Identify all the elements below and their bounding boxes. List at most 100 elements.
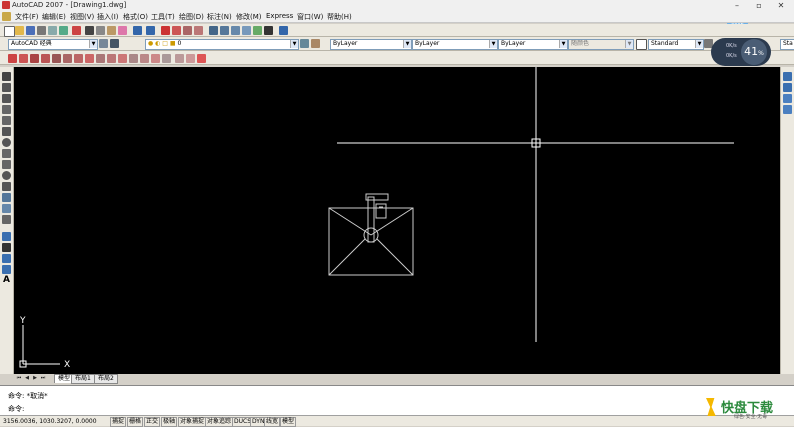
workspace-dropdown[interactable]: AutoCAD 经典 ▼ xyxy=(8,39,98,50)
hatch-icon[interactable] xyxy=(2,232,11,241)
snap-tangent-icon[interactable] xyxy=(107,54,116,63)
zoom-previous-icon[interactable] xyxy=(194,26,203,35)
menu-modify[interactable]: 修改(M) xyxy=(236,12,262,22)
lineweight-dropdown[interactable]: ByLayer ▼ xyxy=(498,39,568,50)
spline-icon[interactable] xyxy=(2,160,11,169)
copy-icon[interactable] xyxy=(96,26,105,35)
zoom-realtime-icon[interactable] xyxy=(172,26,181,35)
first-tab-icon[interactable]: ⏮ xyxy=(16,375,22,381)
prev-tab-icon[interactable]: ◀ xyxy=(24,375,30,381)
menu-insert[interactable]: 插入(I) xyxy=(97,12,119,22)
publish-icon[interactable] xyxy=(59,26,68,35)
redo-icon[interactable] xyxy=(146,26,155,35)
snap-quadrant-icon[interactable] xyxy=(96,54,105,63)
undo-icon[interactable] xyxy=(133,26,142,35)
snap-parallel-icon[interactable] xyxy=(129,54,138,63)
erase-icon[interactable] xyxy=(783,72,792,81)
snap-from-icon[interactable] xyxy=(19,54,28,63)
snap-extension-icon[interactable] xyxy=(74,54,83,63)
calculator-icon[interactable] xyxy=(264,26,273,35)
color-dropdown[interactable]: ByLayer ▼ xyxy=(330,39,412,50)
polygon-icon[interactable] xyxy=(2,105,11,114)
paste-icon[interactable] xyxy=(107,26,116,35)
tab-layout1[interactable]: 布局1 xyxy=(71,374,95,384)
close-button[interactable]: ✕ xyxy=(770,0,792,11)
snap-center-icon[interactable] xyxy=(85,54,94,63)
insert-block-icon[interactable] xyxy=(2,193,11,202)
snap-none-icon[interactable] xyxy=(175,54,184,63)
circle-icon[interactable] xyxy=(2,138,11,147)
network-speed-widget[interactable]: 0K/s 0K/s 41% xyxy=(711,38,771,66)
menu-window[interactable]: 窗口(W) xyxy=(297,12,323,22)
menu-format[interactable]: 格式(O) xyxy=(123,12,148,22)
design-center-icon[interactable] xyxy=(220,26,229,35)
pan-icon[interactable] xyxy=(161,26,170,35)
snap-endpoint-icon[interactable] xyxy=(30,54,39,63)
tool-palettes-icon[interactable] xyxy=(231,26,240,35)
3d-dwf-icon[interactable] xyxy=(72,26,81,35)
new-icon[interactable] xyxy=(4,26,15,37)
table-icon[interactable] xyxy=(2,265,11,274)
last-tab-icon[interactable]: ⏭ xyxy=(40,375,46,381)
text-style-icon[interactable] xyxy=(636,39,647,50)
snap-intersection-icon[interactable] xyxy=(52,54,61,63)
construction-line-icon[interactable] xyxy=(2,83,11,92)
workspace-settings-icon[interactable] xyxy=(99,39,108,48)
zoom-window-icon[interactable] xyxy=(183,26,192,35)
mirror-icon[interactable] xyxy=(783,94,792,103)
envelope-drawing[interactable] xyxy=(328,193,414,276)
drawing-canvas[interactable]: Y X xyxy=(14,67,780,374)
clear-snap-icon[interactable] xyxy=(197,54,206,63)
command-window[interactable]: 命令: *取消* 命令: xyxy=(0,385,794,415)
menu-dimension[interactable]: 标注(N) xyxy=(207,12,232,22)
cut-icon[interactable] xyxy=(85,26,94,35)
rectangle-icon[interactable] xyxy=(2,116,11,125)
match-properties-icon[interactable] xyxy=(118,26,127,35)
polyline-icon[interactable] xyxy=(2,94,11,103)
point-icon[interactable] xyxy=(2,215,11,224)
help-icon[interactable] xyxy=(279,26,288,35)
plot-icon[interactable] xyxy=(37,26,46,35)
document-icon[interactable] xyxy=(2,12,11,21)
autocad-app-icon[interactable] xyxy=(2,1,10,9)
line-icon[interactable] xyxy=(2,72,11,81)
copy-object-icon[interactable] xyxy=(783,83,792,92)
layer-dropdown[interactable]: ● ◐ □ ■ 0 ▼ xyxy=(145,39,299,50)
temp-track-icon[interactable] xyxy=(8,54,17,63)
menu-express[interactable]: Express xyxy=(266,12,293,20)
properties-icon[interactable] xyxy=(209,26,218,35)
menu-help[interactable]: 帮助(H) xyxy=(327,12,352,22)
tab-layout2[interactable]: 布局2 xyxy=(94,374,118,384)
markup-icon[interactable] xyxy=(253,26,262,35)
arc-icon[interactable] xyxy=(2,127,11,136)
save-icon[interactable] xyxy=(26,26,35,35)
gradient-icon[interactable] xyxy=(2,243,11,252)
menu-edit[interactable]: 编辑(E) xyxy=(42,12,66,22)
command-input[interactable]: 命令: xyxy=(8,404,24,414)
ellipse-icon[interactable] xyxy=(2,171,11,180)
multiline-text-icon[interactable]: A xyxy=(2,276,11,285)
text-style-dropdown[interactable]: Standard ▼ xyxy=(648,39,704,50)
layer-previous-icon[interactable] xyxy=(311,39,320,48)
next-tab-icon[interactable]: ▶ xyxy=(32,375,38,381)
snap-nearest-icon[interactable] xyxy=(162,54,171,63)
sheet-set-icon[interactable] xyxy=(242,26,251,35)
menu-draw[interactable]: 绘图(D) xyxy=(179,12,204,22)
snap-apparent-icon[interactable] xyxy=(63,54,72,63)
menu-file[interactable]: 文件(F) xyxy=(15,12,39,22)
layer-manager-icon[interactable] xyxy=(110,39,119,48)
make-block-icon[interactable] xyxy=(2,204,11,213)
region-icon[interactable] xyxy=(2,254,11,263)
snap-insert-icon[interactable] xyxy=(140,54,149,63)
plotstyle-dropdown[interactable]: 随颜色 ▼ xyxy=(568,39,634,50)
menu-view[interactable]: 视图(V) xyxy=(70,12,94,22)
maximize-button[interactable]: ▫ xyxy=(748,0,770,11)
osnap-settings-icon[interactable] xyxy=(186,54,195,63)
open-icon[interactable] xyxy=(15,26,24,35)
snap-midpoint-icon[interactable] xyxy=(41,54,50,63)
snap-node-icon[interactable] xyxy=(151,54,160,63)
dim-style-dropdown[interactable]: Sta xyxy=(780,39,794,50)
minimize-button[interactable]: – xyxy=(726,0,748,11)
menu-tools[interactable]: 工具(T) xyxy=(151,12,175,22)
offset-icon[interactable] xyxy=(783,105,792,114)
